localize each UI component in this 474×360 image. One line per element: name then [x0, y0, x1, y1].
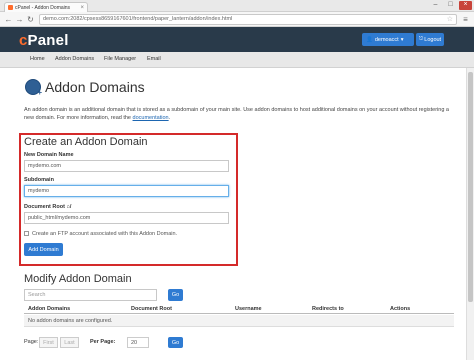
window-controls: – □ ×: [429, 1, 472, 10]
tab-title: cPanel - Addon Domains: [15, 4, 71, 11]
column-header-username[interactable]: Username: [235, 306, 262, 312]
document-root-label-text: Document Root: [24, 204, 65, 210]
nav-item-addon-domains[interactable]: Addon Domains: [55, 56, 94, 62]
create-section-title: Create an Addon Domain: [24, 136, 148, 148]
maximize-icon[interactable]: □: [444, 1, 457, 10]
back-arrow-icon[interactable]: ←: [3, 14, 14, 25]
per-page-input[interactable]: 20: [127, 337, 149, 348]
search-input[interactable]: Search: [24, 289, 157, 301]
nav-item-home[interactable]: Home: [30, 56, 45, 62]
column-header-addon-domains[interactable]: Addon Domains: [28, 306, 70, 312]
table-row: No addon domains are configured.: [24, 315, 454, 327]
bookmark-star-icon[interactable]: ☆: [447, 15, 453, 23]
ftp-account-checkbox-label: Create an FTP account associated with th…: [32, 231, 178, 237]
pager-go-button[interactable]: Go: [168, 337, 183, 348]
tab-close-icon[interactable]: ×: [80, 5, 84, 11]
last-page-button[interactable]: Last: [60, 337, 79, 348]
scrollbar-thumb[interactable]: [468, 72, 473, 302]
url-input[interactable]: demo.com:2082/cpsess8659167601/frontend/…: [39, 13, 457, 25]
add-domain-button[interactable]: Add Domain: [24, 243, 63, 256]
browser-tab[interactable]: cPanel - Addon Domains ×: [4, 2, 88, 12]
document-root-label: Document Root ⌂/: [24, 204, 72, 210]
page-scrollbar[interactable]: [466, 68, 474, 360]
ftp-account-checkbox[interactable]: [24, 231, 29, 236]
chevron-down-icon: ▾: [400, 36, 404, 43]
new-domain-input[interactable]: mydemo.com: [24, 160, 229, 172]
page-title: Addon Domains: [45, 79, 145, 95]
browser-titlebar: cPanel - Addon Domains × – □ ×: [0, 0, 474, 12]
description-end: .: [168, 115, 171, 121]
page-description: An addon domain is an additional domain …: [24, 106, 454, 122]
description-text: An addon domain is an additional domain …: [24, 107, 449, 121]
logout-button[interactable]: ⎋ Logout: [416, 33, 444, 46]
modify-section-title: Modify Addon Domain: [24, 273, 132, 285]
logout-icon: ⎋: [418, 36, 424, 42]
new-domain-label: New Domain Name: [24, 152, 74, 158]
addon-domains-globe-icon: [25, 79, 42, 97]
search-go-button[interactable]: Go: [168, 289, 183, 301]
nav-item-file-manager[interactable]: File Manager: [104, 56, 136, 62]
page-label: Page:: [24, 339, 39, 345]
table-header: Addon Domains Document Root Username Red…: [24, 304, 454, 314]
url-text: demo.com:2082/cpsess8659167601/frontend/…: [43, 16, 233, 22]
empty-table-message: No addon domains are configured.: [28, 318, 113, 324]
cpanel-logo[interactable]: cPanel: [19, 32, 69, 49]
browser-address-bar: ← → ↻ demo.com:2082/cpsess8659167601/fro…: [0, 12, 474, 27]
window-close-icon[interactable]: ×: [459, 1, 472, 10]
column-header-actions: Actions: [390, 306, 411, 312]
user-menu-button[interactable]: 👤 demoacct ▾: [362, 33, 414, 46]
reload-icon[interactable]: ↻: [25, 14, 36, 25]
user-icon: 👤: [366, 36, 373, 43]
subdomain-input[interactable]: mydemo: [24, 185, 229, 197]
first-page-button[interactable]: First: [39, 337, 58, 348]
forward-arrow-icon[interactable]: →: [14, 14, 25, 25]
nav-item-email[interactable]: Email: [147, 56, 161, 62]
breadcrumb-nav: Home Addon Domains File Manager Email: [0, 52, 474, 68]
document-root-input[interactable]: public_html/mydemo.com: [24, 212, 229, 224]
home-icon: ⌂: [66, 204, 70, 210]
subdomain-label: Subdomain: [24, 177, 54, 183]
minimize-icon[interactable]: –: [429, 1, 442, 10]
user-label: demoacct: [374, 36, 399, 43]
logout-label: Logout: [424, 36, 442, 43]
column-header-document-root[interactable]: Document Root: [131, 306, 172, 312]
per-page-label: Per Page:: [90, 339, 116, 345]
documentation-link[interactable]: documentation: [133, 115, 169, 121]
column-header-redirects-to[interactable]: Redirects to: [312, 306, 344, 312]
browser-menu-icon[interactable]: ≡: [460, 14, 471, 25]
cpanel-favicon-icon: [8, 5, 13, 10]
